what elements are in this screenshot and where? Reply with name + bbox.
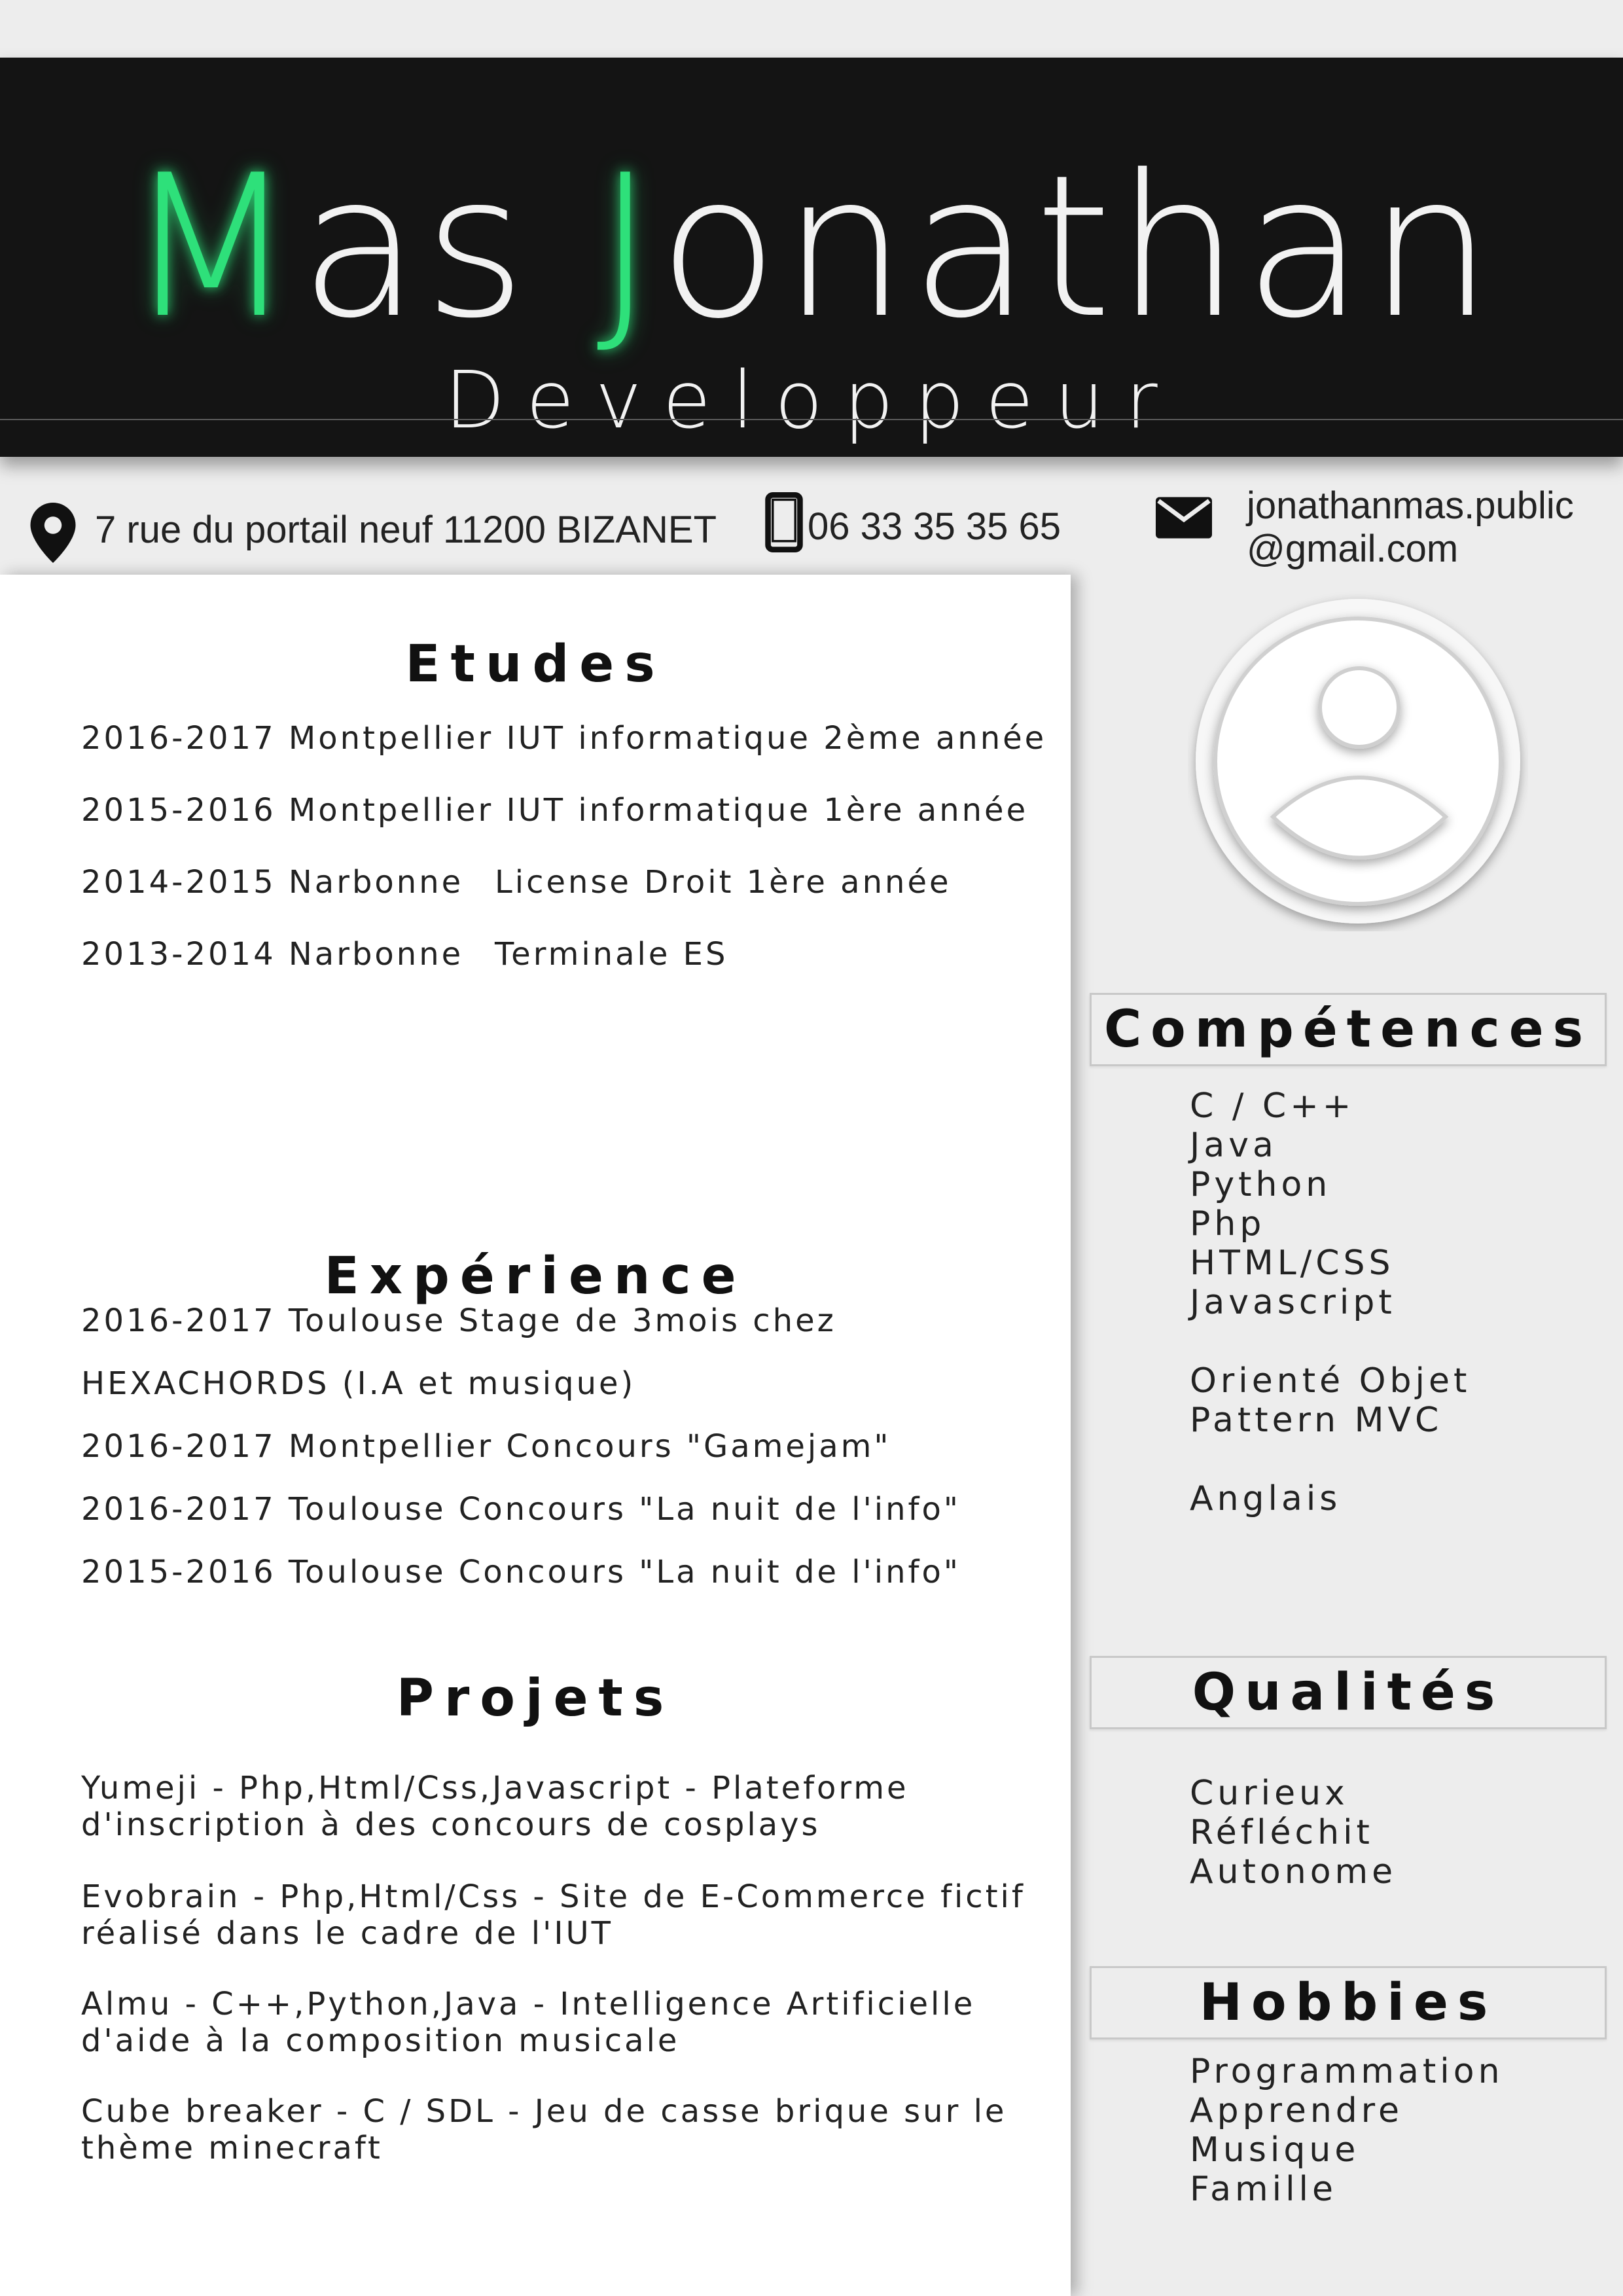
hobby-item: Programmation [1190,2052,1504,2091]
project-item: Cube breaker - C / SDL - Jeu de casse br… [81,2093,1050,2166]
project-item: Evobrain - Php,Html/Css - Site de E-Comm… [81,1878,1050,1952]
project-line: réalisé dans le cadre de l'IUT [81,1915,613,1952]
contact-bar: 7 rue du portail neuf 11200 BIZANET 06 3… [0,484,1623,583]
header-divider [0,419,1623,420]
skill-item: C / C++ [1190,1086,1355,1126]
user-avatar-icon [1188,591,1528,931]
hobby-item: Musique [1190,2130,1360,2170]
experience-item: 2016-2017 Toulouse Stage de 3mois chez [81,1302,836,1339]
project-item: Almu - C++,Python,Java - Intelligence Ar… [81,1986,1050,2059]
etudes-item-degree: License Droit 1ère année [495,864,952,901]
experience-item: HEXACHORDS (I.A et musique) [81,1365,636,1402]
skill-item: Java [1190,1126,1277,1165]
email-address[interactable]: jonathanmas.public @gmail.com [1247,484,1574,571]
name-rest-last: onathan [658,133,1497,361]
etudes-item-text: 2015-2016 Montpellier IUT informatique 1… [81,792,1029,829]
job-title: Developpeur [444,355,1179,446]
project-line: Evobrain - Php,Html/Css - Site de E-Comm… [81,1878,1026,1915]
quality-item: Curieux [1190,1774,1349,1813]
header-banner: Mas Jonathan Developpeur [0,58,1623,457]
quality-item: Réfléchit [1190,1813,1374,1852]
address-text: 7 rue du portail neuf 11200 BIZANET [95,509,717,551]
project-line: thème minecraft [81,2130,383,2166]
hobby-item: Apprendre [1190,2091,1404,2130]
etudes-item-date-place: 2014-2015 Narbonne [81,864,464,901]
project-line: Almu - C++,Python,Java - Intelligence Ar… [81,1986,976,2022]
experience-item: 2016-2017 Montpellier Concours "Gamejam" [81,1428,891,1465]
etudes-item: 2013-2014 Narbonne Terminale ES [81,936,725,973]
skill-item: Anglais [1190,1479,1342,1518]
etudes-item: 2016-2017 Montpellier IUT informatique 2… [81,720,1046,757]
smartphone-icon [764,492,804,555]
skill-item: Python [1190,1165,1332,1204]
hobby-item: Famille [1190,2170,1337,2209]
etudes-item: 2015-2016 Montpellier IUT informatique 1… [81,792,1028,829]
project-line: d'aide à la composition musicale [81,2022,680,2059]
etudes-item-degree: Terminale ES [495,936,728,973]
envelope-icon [1156,496,1212,542]
project-item: Yumeji - Php,Html/Css,Javascript - Plate… [81,1770,1050,1843]
skill-item: Php [1190,1204,1266,1244]
qualites-title: Qualités [1192,1663,1505,1722]
email-line-1: jonathanmas.public [1247,484,1574,527]
experience-item: 2016-2017 Toulouse Concours "La nuit de … [81,1491,961,1528]
phone-number[interactable]: 06 33 35 35 65 [808,504,1061,550]
hobbies-header: Hobbies [1090,1966,1607,2039]
skill-item: Pattern MVC [1190,1401,1443,1440]
quality-item: Autonome [1190,1852,1397,1892]
full-name: Mas Jonathan [0,149,1623,346]
etudes-item-text: 2016-2017 Montpellier IUT informatique 2… [81,720,1047,757]
skill-item: Javascript [1190,1283,1396,1322]
etudes-item-date-place: 2013-2014 Narbonne [81,936,464,973]
hobbies-title: Hobbies [1199,1973,1497,2032]
name-initial-last: J [596,133,658,361]
name-rest-first: as [299,133,597,361]
competences-header: Compétences [1090,993,1607,1066]
project-line: Yumeji - Php,Html/Css,Javascript - Plate… [81,1770,909,1806]
project-line: d'inscription à des concours de cosplays [81,1806,821,1843]
project-line: Cube breaker - C / SDL - Jeu de casse br… [81,2093,1007,2130]
skill-item: Orienté Objet [1190,1361,1471,1401]
etudes-title: Etudes [405,635,666,694]
main-panel: Etudes 2016-2017 Montpellier IUT informa… [0,575,1071,2296]
experience-item: 2015-2016 Toulouse Concours "La nuit de … [81,1554,961,1590]
email-line-2: @gmail.com [1247,528,1459,570]
experience-title: Expérience [324,1247,747,1306]
projets-title: Projets [396,1669,675,1728]
map-pin-icon [30,503,76,565]
name-initial-first: M [126,133,300,361]
etudes-item: 2014-2015 Narbonne License Droit 1ère an… [81,864,949,901]
qualites-header: Qualités [1090,1656,1607,1729]
skill-item: HTML/CSS [1190,1244,1395,1283]
competences-title: Compétences [1103,1000,1593,1059]
